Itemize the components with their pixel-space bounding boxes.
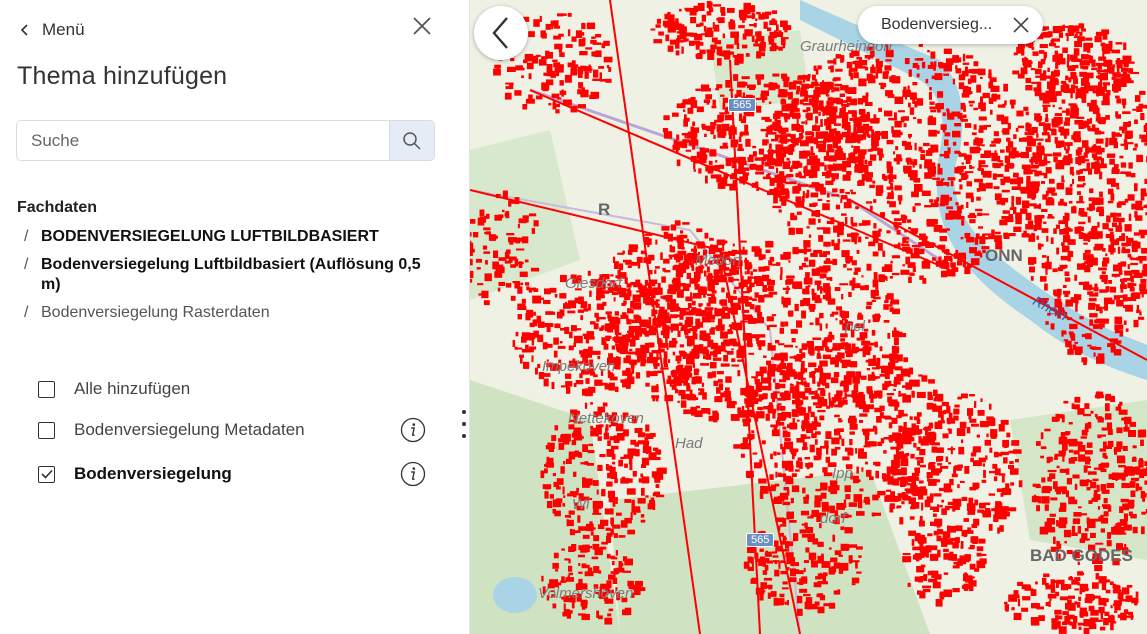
- map-background: [470, 0, 1147, 634]
- map-place-label: Giesdorf: [565, 275, 622, 292]
- breadcrumb-item-rasterdaten[interactable]: / Bodenversiegelung Rasterdaten: [24, 303, 434, 323]
- map-place-label: Wi: [572, 496, 590, 513]
- breadcrumb-separator: /: [24, 228, 29, 245]
- search-icon: [403, 131, 421, 150]
- map-place-label: dorf: [820, 510, 846, 527]
- map-canvas[interactable]: Graurheindorf Giesdorf Medorf Impekoven …: [470, 0, 1147, 634]
- layer-row-metadaten[interactable]: Bodenversiegelung Metadaten: [38, 416, 428, 444]
- layer-label: Alle hinzufügen: [74, 379, 191, 398]
- close-icon[interactable]: [1011, 15, 1031, 35]
- section-title: Fachdaten: [17, 199, 98, 216]
- search-box: [16, 120, 435, 161]
- breadcrumb-item-aufloesung[interactable]: / Bodenversiegelung Luftbildbasiert (Auf…: [24, 255, 434, 295]
- layer-label: Bodenversiegelung: [74, 464, 232, 483]
- breadcrumb-item-luftbildbasiert[interactable]: / BODENVERSIEGELUNG LUFTBILDBASIERT: [24, 227, 434, 247]
- search-input[interactable]: [17, 121, 389, 160]
- map-place-label: Volmershoven: [538, 585, 634, 602]
- breadcrumb-label: Bodenversiegelung Rasterdaten: [41, 304, 270, 321]
- layer-checkbox-bodenversiegelung[interactable]: [38, 465, 55, 483]
- close-icon: [413, 17, 431, 35]
- breadcrumb-label: BODENVERSIEGELUNG LUFTBILDBASIERT: [41, 228, 379, 245]
- map-place-label: pel: [845, 318, 866, 335]
- breadcrumb-label: Bodenversiegelung Luftbildbasiert (Auflö…: [41, 256, 421, 293]
- collapse-panel-button[interactable]: [474, 6, 528, 60]
- chevron-left-icon: [20, 24, 28, 36]
- add-all-checkbox[interactable]: [38, 380, 55, 398]
- road-shield: 565: [728, 98, 757, 112]
- checkmark-icon: [40, 469, 53, 479]
- map-city-label: ONN: [985, 246, 1023, 265]
- breadcrumb: / BODENVERSIEGELUNG LUFTBILDBASIERT / Bo…: [24, 227, 434, 331]
- handle-dot: [462, 410, 466, 414]
- active-layer-label: Bodenversieg...: [881, 16, 993, 33]
- panel-resize-handle[interactable]: [459, 410, 469, 438]
- page-title: Thema hinzufügen: [17, 62, 228, 90]
- map-place-label: Medorf: [695, 252, 742, 269]
- menu-back-label: Menü: [42, 20, 85, 39]
- breadcrumb-separator: /: [24, 304, 29, 321]
- map-city-label: R: [598, 200, 611, 219]
- road-shield: 565: [746, 533, 775, 547]
- layer-row-all[interactable]: Alle hinzufügen: [38, 375, 428, 403]
- map-place-label: Ipp: [832, 465, 853, 482]
- handle-dot: [462, 434, 466, 438]
- chevron-left-icon: [492, 17, 508, 49]
- layer-checkbox-metadaten[interactable]: [38, 421, 55, 439]
- search-button[interactable]: [389, 121, 434, 160]
- info-icon[interactable]: [400, 417, 426, 443]
- handle-dot: [462, 422, 466, 426]
- map-place-label: Nettekoven: [568, 410, 644, 427]
- layer-label: Bodenversiegelung Metadaten: [74, 420, 305, 439]
- menu-back-button[interactable]: Menü: [18, 18, 85, 42]
- breadcrumb-separator: /: [24, 256, 29, 273]
- close-panel-button[interactable]: [408, 12, 436, 40]
- sidebar-panel: Menü Thema hinzufügen Fachdaten / BODENV…: [0, 0, 470, 634]
- info-icon[interactable]: [400, 461, 426, 487]
- map-place-label: Had: [675, 435, 703, 452]
- layer-row-bodenversiegelung[interactable]: Bodenversiegelung: [38, 460, 428, 488]
- map-city-label: BAD GODES: [1030, 546, 1133, 565]
- active-layer-chip[interactable]: Bodenversieg...: [858, 6, 1043, 44]
- map-place-label: Impekoven: [542, 358, 616, 375]
